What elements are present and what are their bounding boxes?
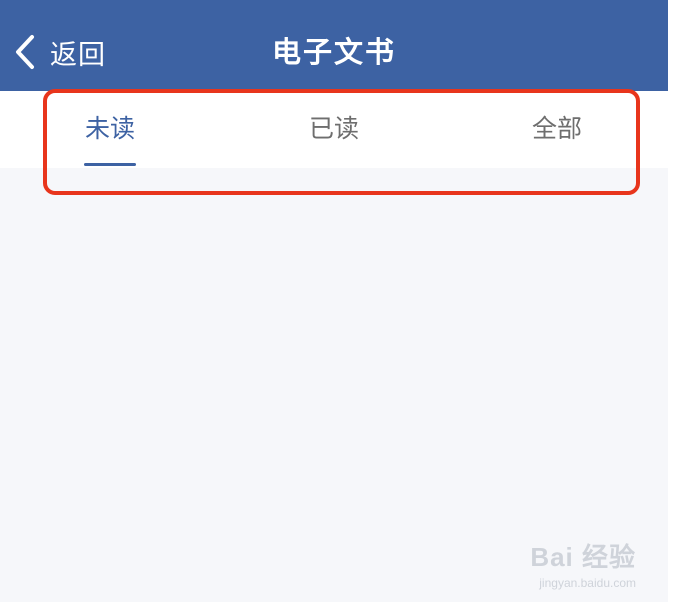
app-screen: 电子文书 返回 未读 已读 全部 Bai 经验 jingyan.baidu.co… [0,0,668,602]
watermark: Bai 经验 jingyan.baidu.com [530,537,636,590]
header-bar: 电子文书 返回 [0,0,668,91]
watermark-url: jingyan.baidu.com [539,576,636,590]
back-button[interactable]: 返回 [10,28,106,76]
chevron-left-icon [10,32,40,72]
right-edge [668,0,680,602]
back-label: 返回 [50,39,106,71]
annotation-highlight-box [43,89,640,195]
watermark-logo: Bai 经验 [530,542,636,572]
